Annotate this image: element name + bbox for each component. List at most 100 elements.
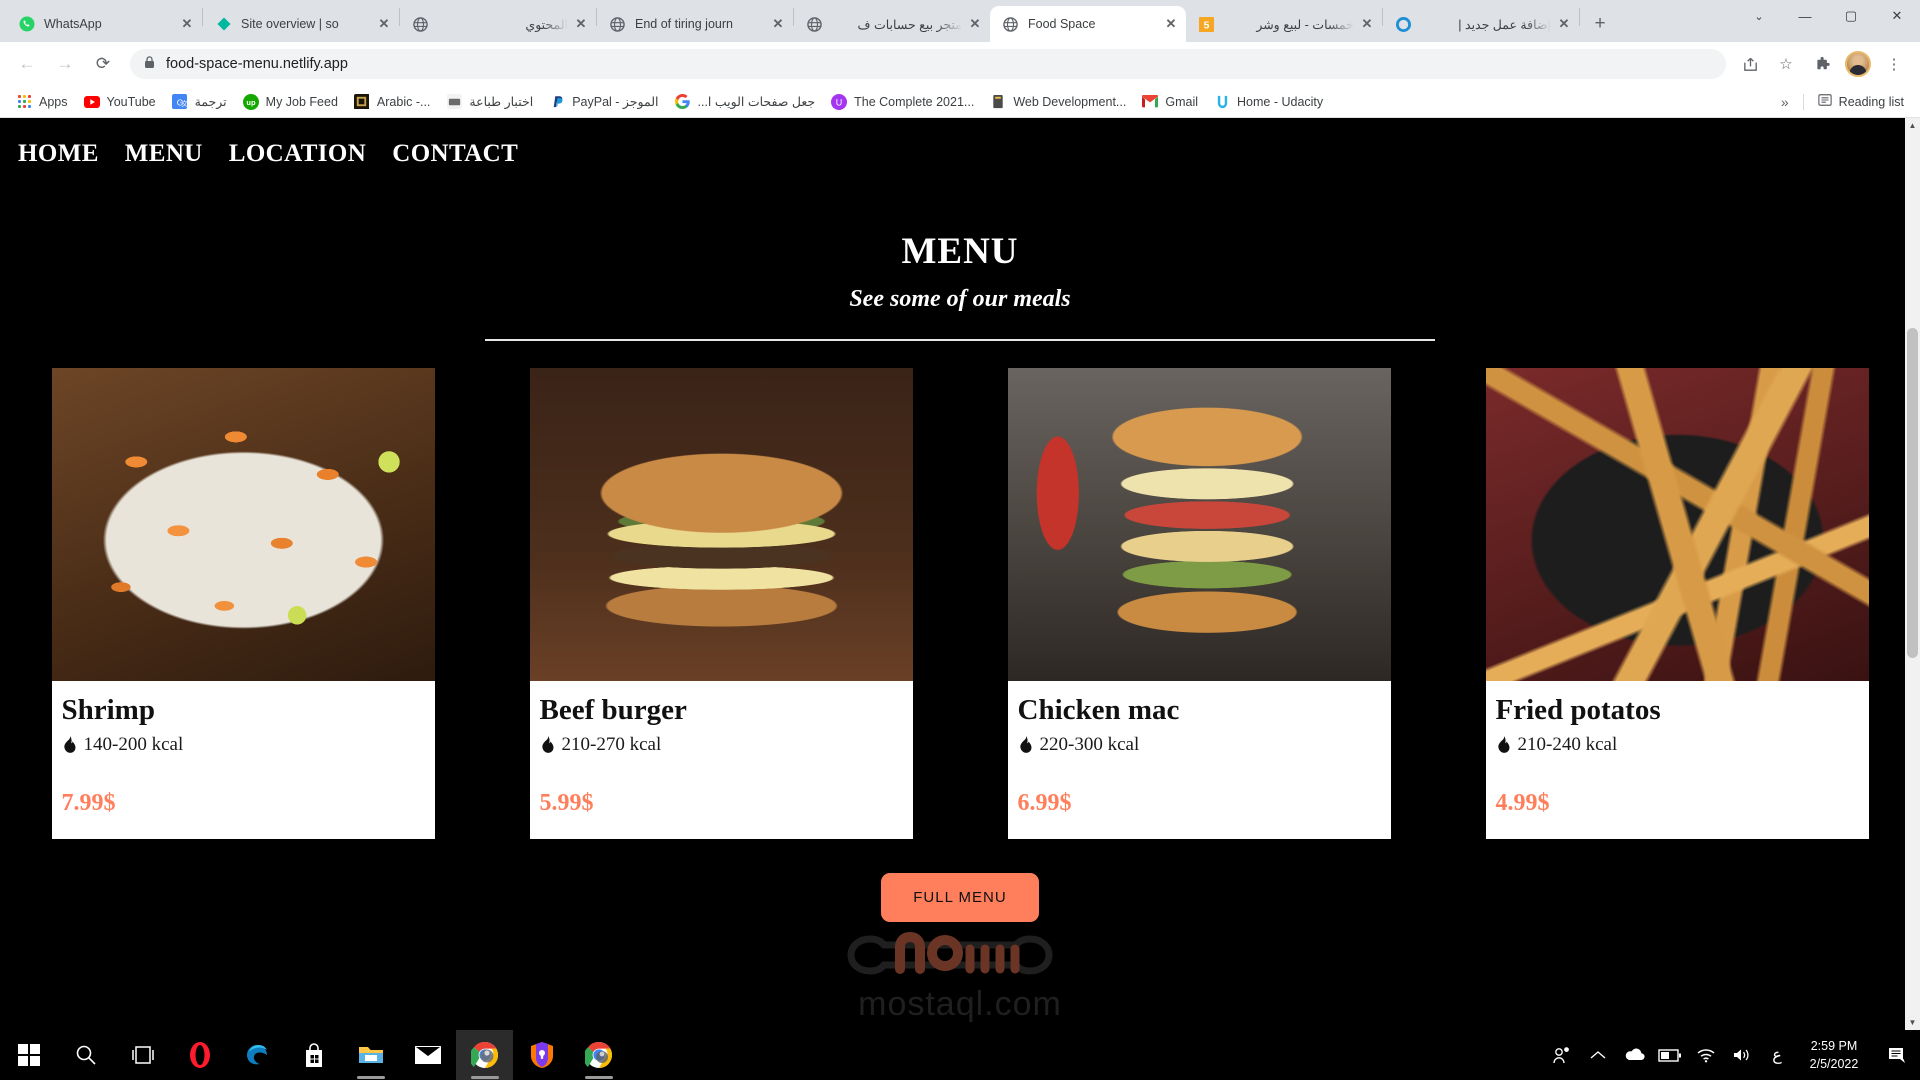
- nav-link-menu[interactable]: MENU: [125, 140, 203, 168]
- tab-title: Food Space: [1028, 17, 1096, 31]
- bookmark-star-icon[interactable]: ☆: [1771, 49, 1801, 79]
- opera-button[interactable]: [171, 1030, 228, 1080]
- page-title: MENU: [901, 231, 1019, 272]
- edge-button[interactable]: [228, 1030, 285, 1080]
- semrush-icon: [215, 16, 232, 33]
- people-icon[interactable]: [1544, 1030, 1580, 1080]
- bookmark-web-development[interactable]: Web Development...: [982, 91, 1134, 113]
- bookmark-label: Web Development...: [1013, 94, 1127, 109]
- menu-card-beef-burger[interactable]: Beef burger 210-270 kcal 5.99$: [529, 368, 913, 840]
- bookmark-label: اختبار طباعة: [469, 95, 534, 109]
- chrome-second-button[interactable]: [570, 1030, 627, 1080]
- tab-food-space[interactable]: Food Space ✕: [990, 6, 1186, 42]
- bookmark-web-pages[interactable]: جعل صفحات الويب ا...: [667, 91, 824, 113]
- tab-title: متجر بيع حسابات ف: [857, 17, 962, 32]
- bookmark-my-job-feed[interactable]: up My Job Feed: [235, 91, 346, 113]
- reading-list-button[interactable]: Reading list: [1810, 90, 1912, 113]
- folder-icon: [358, 1047, 383, 1063]
- flame-icon: [540, 735, 555, 755]
- globe-icon: [806, 16, 823, 33]
- close-icon[interactable]: ✕: [966, 15, 984, 33]
- close-icon[interactable]: ✕: [1555, 15, 1573, 33]
- browser-window: WhatsApp ✕ Site overview | so ✕ المحتوي …: [0, 0, 1920, 1030]
- page-scrollbar[interactable]: ▲ ▼: [1905, 118, 1920, 1030]
- file-explorer-button[interactable]: [342, 1030, 399, 1080]
- bookmark-translate[interactable]: G文 ترجمة: [164, 91, 235, 113]
- chrome-button[interactable]: [456, 1030, 513, 1080]
- notification-icon[interactable]: [1880, 1030, 1914, 1080]
- close-icon[interactable]: ✕: [769, 15, 787, 33]
- bookmarks-overflow-button[interactable]: »: [1773, 94, 1797, 110]
- show-hidden-icons-button[interactable]: [1580, 1030, 1616, 1080]
- apps-grid-icon: [16, 94, 32, 110]
- close-window-button[interactable]: ✕: [1874, 0, 1920, 32]
- search-button[interactable]: [57, 1030, 114, 1080]
- tab-site-overview[interactable]: Site overview | so ✕: [203, 6, 399, 42]
- svg-text:5: 5: [1204, 20, 1210, 31]
- close-icon[interactable]: ✕: [1162, 15, 1180, 33]
- chevron-down-icon[interactable]: ⌄: [1736, 0, 1782, 32]
- full-menu-button[interactable]: FULL MENU: [881, 873, 1039, 923]
- tab-almohtawa[interactable]: المحتوي ✕: [400, 6, 596, 42]
- puzzle-icon[interactable]: [1807, 49, 1837, 79]
- bookmark-paypal[interactable]: PayPal - الموجز: [541, 91, 666, 113]
- close-icon[interactable]: ✕: [375, 15, 393, 33]
- bookmark-label: Apps: [39, 94, 68, 109]
- volume-icon[interactable]: [1724, 1030, 1760, 1080]
- bookmark-typing-test[interactable]: اختبار طباعة: [438, 91, 541, 113]
- maximize-button[interactable]: ▢: [1828, 0, 1874, 32]
- tab-accounts-store[interactable]: متجر بيع حسابات ف ✕: [794, 6, 990, 42]
- bookmark-home-udacity[interactable]: Home - Udacity: [1206, 91, 1331, 113]
- close-icon[interactable]: ✕: [178, 15, 196, 33]
- taskbar-clock[interactable]: 2:59 PM 2/5/2022: [1794, 1037, 1880, 1073]
- wifi-icon[interactable]: [1688, 1030, 1724, 1080]
- tab-mostaql-new-job[interactable]: إضافة عمل جديد | ✕: [1383, 6, 1579, 42]
- minimize-button[interactable]: —: [1782, 0, 1828, 32]
- bookmark-gmail[interactable]: Gmail: [1134, 91, 1206, 113]
- onedrive-icon[interactable]: [1616, 1030, 1652, 1080]
- nav-link-location[interactable]: LOCATION: [229, 140, 366, 168]
- menu-cards: Shrimp 140-200 kcal 7.99$ Beef burger 21…: [0, 368, 1920, 840]
- tab-whatsapp[interactable]: WhatsApp ✕: [6, 6, 202, 42]
- scroll-up-arrow[interactable]: ▲: [1905, 118, 1920, 133]
- close-icon[interactable]: ✕: [1358, 15, 1376, 33]
- tab-end-of-tiring-journey[interactable]: End of tiring journ ✕: [597, 6, 793, 42]
- card-calories: 140-200 kcal: [62, 734, 425, 756]
- globe-icon: [1002, 16, 1019, 33]
- language-indicator[interactable]: ع: [1760, 1030, 1794, 1080]
- reload-button[interactable]: ⟳: [87, 48, 119, 80]
- bookmark-apps[interactable]: Apps: [8, 91, 76, 113]
- bookmark-label: PayPal - الموجز: [572, 95, 659, 109]
- nav-link-contact[interactable]: CONTACT: [392, 140, 518, 168]
- profile-avatar[interactable]: [1845, 51, 1871, 77]
- tab-khamsat[interactable]: 5 خمسات - لبيع وشر ✕: [1186, 6, 1382, 42]
- scrollbar-thumb[interactable]: [1907, 328, 1918, 658]
- menu-card-shrimp[interactable]: Shrimp 140-200 kcal 7.99$: [51, 368, 435, 840]
- address-bar[interactable]: food-space-menu.netlify.app: [130, 49, 1726, 79]
- bookmark-arabic[interactable]: Arabic -...: [346, 91, 439, 113]
- bookmark-label: My Job Feed: [265, 94, 338, 109]
- nav-link-home[interactable]: HOME: [18, 140, 99, 168]
- menu-card-fried-potatos[interactable]: Fried potatos 210-240 kcal 4.99$: [1485, 368, 1869, 840]
- share-icon[interactable]: [1735, 49, 1765, 79]
- close-icon[interactable]: ✕: [572, 15, 590, 33]
- microsoft-store-button[interactable]: [285, 1030, 342, 1080]
- youtube-icon: [83, 94, 100, 110]
- back-button[interactable]: ←: [11, 48, 43, 80]
- browser-menu-button[interactable]: ⋮: [1879, 49, 1909, 79]
- scroll-down-arrow[interactable]: ▼: [1905, 1015, 1920, 1030]
- task-view-button[interactable]: [114, 1030, 171, 1080]
- avast-button[interactable]: [513, 1030, 570, 1080]
- svg-text:文: 文: [182, 99, 188, 108]
- mail-button[interactable]: [399, 1030, 456, 1080]
- start-button[interactable]: [0, 1030, 57, 1080]
- mostaql-icon: [1395, 16, 1412, 33]
- menu-card-chicken-mac[interactable]: Chicken mac 220-300 kcal 6.99$: [1007, 368, 1391, 840]
- windows-taskbar: ع 2:59 PM 2/5/2022: [0, 1030, 1920, 1080]
- battery-icon[interactable]: [1652, 1030, 1688, 1080]
- bookmark-the-complete-2021[interactable]: U The Complete 2021...: [823, 91, 982, 113]
- new-tab-button[interactable]: +: [1586, 10, 1614, 38]
- bookmark-youtube[interactable]: YouTube: [76, 91, 164, 113]
- card-calories-text: 210-240 kcal: [1517, 734, 1618, 756]
- forward-button[interactable]: →: [49, 48, 81, 80]
